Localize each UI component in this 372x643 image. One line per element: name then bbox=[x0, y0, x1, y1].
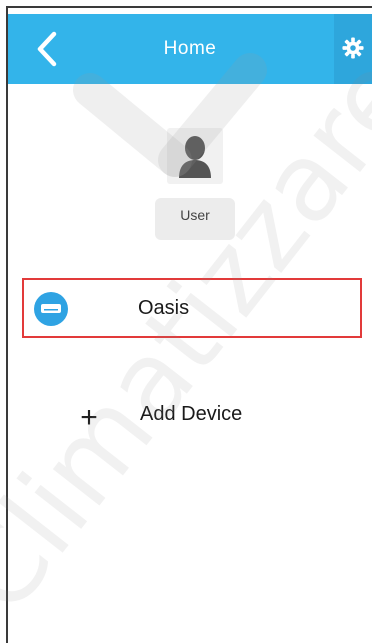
plus-icon: + bbox=[80, 401, 98, 434]
user-label: User bbox=[155, 198, 235, 240]
back-button[interactable] bbox=[22, 24, 72, 74]
settings-button[interactable] bbox=[340, 34, 366, 62]
add-device-label: Add Device bbox=[140, 403, 243, 425]
chevron-left-icon bbox=[37, 31, 57, 67]
device-item-oasis[interactable]: Oasis bbox=[22, 278, 362, 338]
gear-icon bbox=[342, 37, 364, 59]
user-profile[interactable]: User bbox=[150, 128, 240, 248]
app-screen: Home User Oasis + Add Device bbox=[0, 0, 372, 643]
device-name: Oasis bbox=[138, 297, 190, 319]
avatar bbox=[167, 128, 223, 184]
air-conditioner-icon bbox=[34, 292, 68, 326]
add-device-button[interactable]: + Add Device bbox=[70, 395, 310, 445]
header-bar: Home bbox=[8, 14, 372, 84]
person-icon bbox=[179, 136, 211, 178]
